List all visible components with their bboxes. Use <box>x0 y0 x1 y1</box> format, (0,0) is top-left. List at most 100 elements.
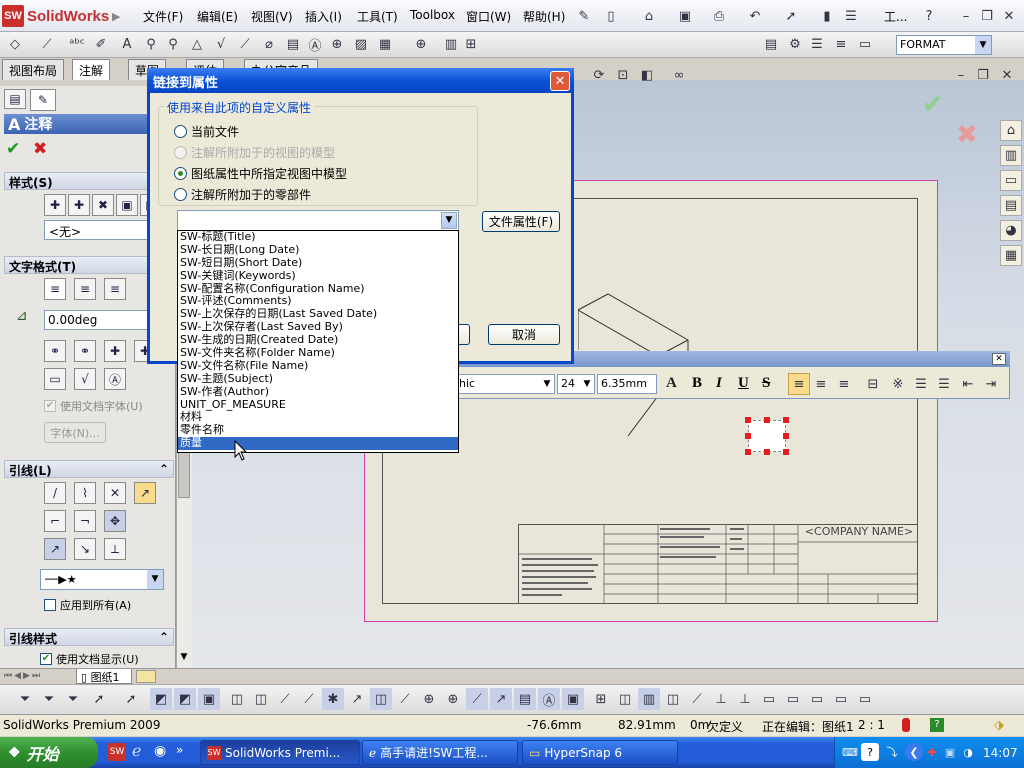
explorer-quicklaunch-icon[interactable]: ◉ <box>154 743 166 759</box>
list-item[interactable]: SW-长日期(Long Date) <box>178 243 458 257</box>
view-palette-icon[interactable]: ▤ <box>1000 195 1022 216</box>
filter-icon[interactable]: ▭ <box>854 688 876 710</box>
status-scale[interactable]: 2 : 1 <box>858 718 885 732</box>
taskbar-item-hypersnap[interactable]: ▭ HyperSnap 6 <box>522 740 678 765</box>
bold-icon[interactable]: B <box>692 375 702 392</box>
select-icon[interactable]: ➚ <box>780 5 802 27</box>
taskbar-item-solidworks[interactable]: SW SolidWorks Premi... <box>200 740 360 765</box>
filter-icon[interactable]: ◫ <box>662 688 684 710</box>
hatch-icon[interactable]: ▨ <box>350 33 372 55</box>
feature-tree-tab-icon[interactable]: ▤ <box>4 89 26 109</box>
rotate-icon[interactable]: ⟳ <box>588 64 610 86</box>
align-left-icon[interactable]: ≡ <box>788 373 810 395</box>
use-doc-display-checkbox[interactable]: ✔ 使用文档显示(U) <box>40 651 139 667</box>
sheet-tab[interactable]: ▯ 图纸1 <box>76 669 132 684</box>
more-quicklaunch-icon[interactable]: » <box>176 743 183 757</box>
doc-minimize-icon[interactable]: – <box>950 64 972 86</box>
radio-component[interactable]: 注解所附加于的零部件 <box>174 186 311 203</box>
strikethrough-icon[interactable]: S <box>762 375 770 392</box>
bullets-icon[interactable]: ☰ <box>910 373 932 395</box>
arrow-style-select[interactable]: ──▶★ ▼ <box>40 569 164 590</box>
appearance-icon[interactable]: ◕ <box>1000 220 1022 241</box>
filter-icon[interactable]: ⊥ <box>710 688 732 710</box>
help-icon[interactable]: ? <box>918 5 940 27</box>
menu-edit[interactable]: 编辑(E) <box>197 8 238 25</box>
filter-faces-icon[interactable]: ▣ <box>198 688 220 710</box>
font-size-select[interactable]: 24 ▼ <box>557 374 595 394</box>
menu-file[interactable]: 文件(F) <box>143 8 183 25</box>
filter-icon[interactable]: ⊥ <box>734 688 756 710</box>
start-button[interactable]: ❖ 开始 <box>0 737 98 768</box>
filter-icon[interactable]: ↗ <box>490 688 512 710</box>
folder-icon[interactable]: ▭ <box>1000 170 1022 191</box>
leader-style-section-header[interactable]: 引线样式 ⌃ <box>4 628 174 646</box>
list-item[interactable]: SW-关键词(Keywords) <box>178 269 458 283</box>
auto-balloon-icon[interactable]: ⚲ <box>162 33 184 55</box>
filter-clear-icon[interactable]: ⏷ <box>62 688 84 710</box>
minimize-icon[interactable]: – <box>955 5 977 27</box>
attach-middle-icon[interactable]: ↘ <box>74 538 96 560</box>
apply-all-checkbox[interactable]: 应用到所有(A) <box>44 597 131 613</box>
text-height-input[interactable]: 6.35mm <box>597 374 657 394</box>
leader-right-icon[interactable]: ¬ <box>74 510 96 532</box>
list-item[interactable]: SW-作者(Author) <box>178 385 458 399</box>
align-left-icon[interactable]: ≡ <box>44 278 66 300</box>
resize-handle[interactable] <box>764 417 770 423</box>
help-status-icon[interactable]: ? <box>930 718 944 732</box>
filter-icon[interactable]: ▥ <box>638 688 660 710</box>
filter-icon[interactable]: ◫ <box>250 688 272 710</box>
back-arrow-icon[interactable]: ❮ <box>905 743 923 761</box>
home-icon[interactable]: ⌂ <box>1000 120 1022 141</box>
formatting-close-icon[interactable]: ✕ <box>992 353 1006 365</box>
list-item[interactable]: UNIT_OF_MEASURE <box>178 398 458 412</box>
menu-insert[interactable]: 插入(I) <box>305 8 342 25</box>
area-hatch-icon[interactable]: ▥ <box>440 33 462 55</box>
stack-icon[interactable]: ⊟ <box>862 373 884 395</box>
smart-dim-icon[interactable]: ◇ <box>4 33 26 55</box>
filter-toggle-icon[interactable]: ⏷ <box>38 688 60 710</box>
balloon-icon[interactable]: ⚲ <box>140 33 162 55</box>
view-settings-icon[interactable]: ∞ <box>668 64 690 86</box>
filter-icon[interactable]: ⟋ <box>298 688 320 710</box>
filter-icon[interactable]: ▭ <box>782 688 804 710</box>
update-style-icon[interactable]: ✚ <box>68 194 90 216</box>
layer-icon[interactable]: ▤ <box>760 33 782 55</box>
radio-view-model[interactable]: 注解所附加于的视图的模型 <box>174 144 335 161</box>
list-item[interactable]: SW-短日期(Short Date) <box>178 256 458 270</box>
italic-icon[interactable]: I <box>716 375 722 392</box>
block-icon[interactable]: ▦ <box>374 33 396 55</box>
outdent-icon[interactable]: ⇤ <box>957 373 979 395</box>
add-sheet-icon[interactable] <box>136 670 156 683</box>
dialog-close-icon[interactable]: ✕ <box>550 71 570 91</box>
save-icon[interactable]: ▣ <box>674 5 696 27</box>
add-symbol-icon[interactable]: ✚ <box>104 340 126 362</box>
resize-handle[interactable] <box>783 449 789 455</box>
filter-icon[interactable]: ◫ <box>226 688 248 710</box>
filter-icon[interactable]: ▤ <box>514 688 536 710</box>
note-icon[interactable]: A <box>116 33 138 55</box>
datum-target-icon[interactable]: Ⓐ <box>304 33 326 55</box>
line-thickness-icon[interactable]: ≡ <box>830 33 852 55</box>
network-icon[interactable]: ▣ <box>941 743 959 761</box>
gtol-insert-icon[interactable]: ▭ <box>44 368 66 390</box>
resize-handle[interactable] <box>783 417 789 423</box>
weld-icon[interactable]: ⟋ <box>234 33 256 55</box>
leader-section-header[interactable]: 引线(L) ⌃ <box>4 460 174 478</box>
filter-icon[interactable]: ⟋ <box>466 688 488 710</box>
delete-style-icon[interactable]: ✖ <box>92 194 114 216</box>
menu-tools[interactable]: 工具(T) <box>357 8 398 25</box>
keyboard-icon[interactable]: ⌨ <box>841 743 859 761</box>
font-color-icon[interactable]: A <box>666 375 677 392</box>
line-font-icon[interactable]: ▭ <box>854 33 876 55</box>
filter-icon[interactable]: ✱ <box>322 688 344 710</box>
volume-icon[interactable]: ◑ <box>959 743 977 761</box>
filter-icon[interactable]: ⏷ <box>14 688 36 710</box>
numbering-icon[interactable]: ☰ <box>933 373 955 395</box>
attach-bottom-icon[interactable]: ⟂ <box>104 538 126 560</box>
print-icon[interactable]: ⎙ <box>708 5 730 27</box>
pin-icon[interactable]: ✎ <box>573 5 595 27</box>
gtol-icon[interactable]: ▤ <box>282 33 304 55</box>
confirm-ok-icon[interactable]: ✔ <box>922 90 944 120</box>
list-item[interactable]: SW-文件夹名称(Folder Name) <box>178 346 458 360</box>
ok-icon[interactable]: ✔ <box>6 139 20 159</box>
